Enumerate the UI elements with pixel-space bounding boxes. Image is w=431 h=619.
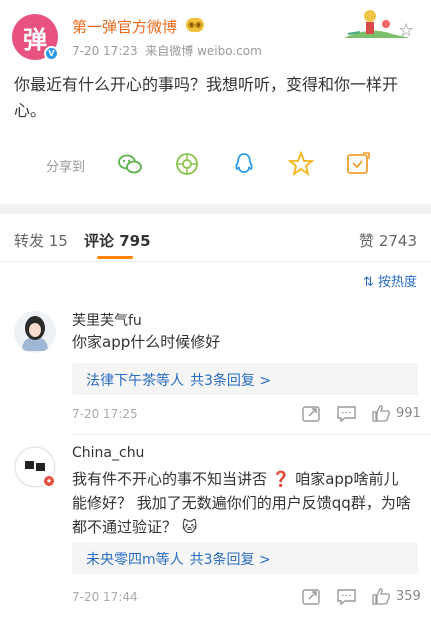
reply-names[interactable]: 未央零四m等人 — [86, 552, 184, 568]
commenter-avatar[interactable] — [14, 311, 56, 353]
tab-repost[interactable]: 转发 15 — [14, 230, 68, 251]
weibo-post: 弹 V 第一弹官方微博 ◉◉ 7-20 17:23 来自微博 weibo.com… — [0, 0, 431, 204]
reply-count-link[interactable]: 共3条回复 > — [190, 373, 271, 389]
sort-label: 按热度 — [377, 275, 417, 290]
share-row: 分享到 — [0, 148, 431, 182]
comment-time: 7-20 17:25 — [72, 407, 138, 421]
commenter-name[interactable]: 芙里芙气fu — [72, 310, 142, 330]
like-icon[interactable] — [371, 404, 393, 422]
reply-names[interactable]: 法律下午茶等人 — [86, 373, 184, 389]
avatar-char: 弹 — [23, 25, 47, 54]
repost-icon[interactable] — [301, 588, 323, 606]
tab-comment[interactable]: 评论 795 — [84, 230, 151, 251]
like-count: 359 — [396, 589, 421, 604]
moments-icon[interactable] — [174, 151, 200, 177]
sort-by-hot-button[interactable]: ⇅ 按热度 — [363, 271, 417, 290]
reply-icon[interactable] — [336, 588, 358, 606]
reply-icon[interactable] — [336, 405, 358, 423]
post-content: 你最近有什么开心的事吗？我想听听，变得和你一样开心。 — [14, 75, 399, 120]
sort-icon: ⇅ — [362, 275, 374, 290]
post-time: 7-20 17:23 — [72, 44, 138, 58]
post-meta: 7-20 17:23 来自微博 weibo.com — [72, 42, 262, 59]
active-tab-indicator — [97, 256, 133, 259]
qq-icon[interactable] — [231, 151, 257, 177]
member-badge-icon: ★ — [42, 474, 56, 488]
reply-summary[interactable]: 法律下午茶等人 共3条回复 > — [72, 363, 418, 395]
repost-icon[interactable] — [301, 405, 323, 423]
post-source: 来自微博 weibo.com — [145, 44, 262, 58]
favorite-star-icon[interactable]: ☆ — [398, 20, 414, 41]
reply-count-link[interactable]: 共3条回复 > — [190, 552, 271, 568]
comment-separator — [72, 434, 431, 435]
verified-icon: V — [44, 46, 59, 61]
reply-summary[interactable]: 未央零四m等人 共3条回复 > — [72, 542, 418, 574]
commenter-name[interactable]: China_chu — [72, 445, 144, 461]
share-label: 分享到 — [46, 160, 86, 175]
comment-text: 我有件不开心的事不知当讲否 ❓ 咱家app啥前儿能修好？ 我加了无数遍你们的用户… — [72, 470, 411, 536]
comment-time: 7-20 17:44 — [72, 590, 138, 604]
author-name[interactable]: 第一弹官方微博 — [72, 16, 177, 37]
tab-bar: 转发 15 评论 795 赞 2743 — [0, 214, 431, 262]
tab-like[interactable]: 赞 2743 — [359, 230, 417, 251]
member-badge-icon: ◉◉ — [186, 18, 204, 32]
qzone-icon[interactable] — [288, 151, 314, 177]
save-image-icon[interactable] — [345, 151, 371, 177]
wechat-icon[interactable] — [117, 151, 143, 177]
comment-text: 你家app什么时候修好 — [72, 333, 221, 351]
like-count: 991 — [396, 406, 421, 421]
like-icon[interactable] — [371, 587, 393, 605]
section-divider — [0, 204, 431, 214]
